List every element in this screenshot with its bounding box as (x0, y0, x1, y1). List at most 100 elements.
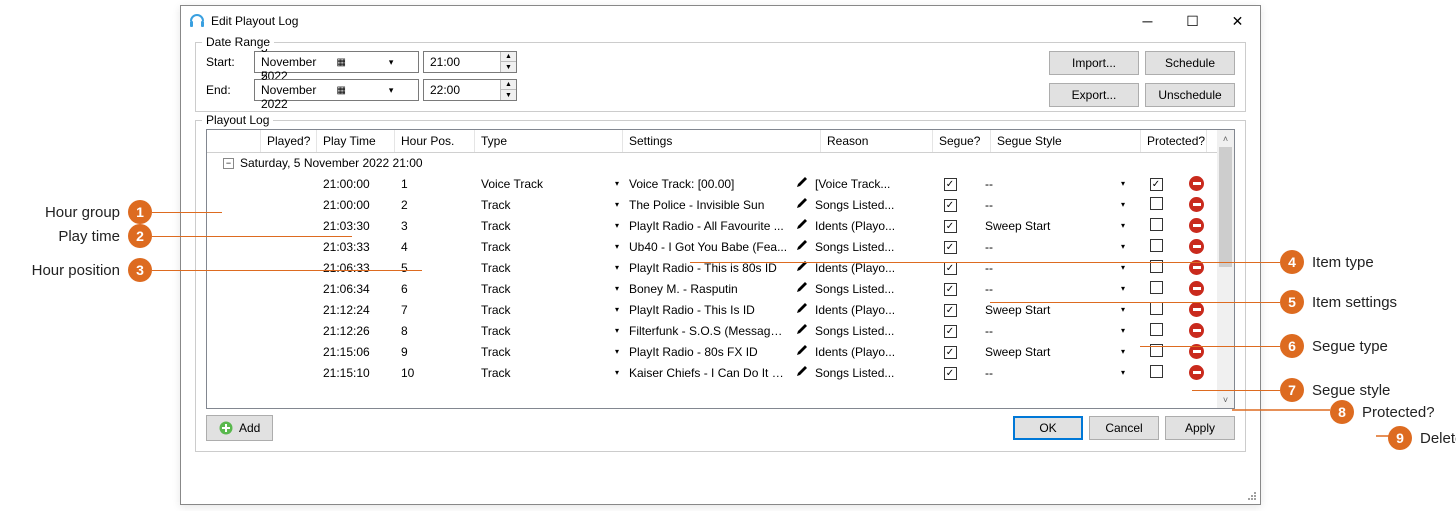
collapse-icon[interactable]: − (223, 158, 234, 169)
segue-style-dropdown-icon[interactable]: ▾ (1117, 200, 1129, 209)
hour-group-row[interactable]: − Saturday, 5 November 2022 21:00 (207, 153, 1234, 173)
type-dropdown-icon[interactable]: ▾ (611, 221, 623, 230)
cell-settings: PlayIt Radio - 80s FX ID (623, 345, 795, 359)
scroll-up-icon[interactable]: ˄ (1217, 130, 1234, 147)
cell-segue-style: Sweep Start (979, 219, 1117, 233)
playout-log-legend: Playout Log (202, 113, 273, 127)
cell-reason: Idents (Playo... (809, 303, 921, 317)
edit-icon[interactable] (795, 218, 809, 233)
type-dropdown-icon[interactable]: ▾ (611, 200, 623, 209)
type-dropdown-icon[interactable]: ▾ (611, 347, 623, 356)
unschedule-button[interactable]: Unschedule (1145, 83, 1235, 107)
cell-segue[interactable]: ✓ (921, 197, 979, 212)
segue-style-dropdown-icon[interactable]: ▾ (1117, 326, 1129, 335)
col-segue-style[interactable]: Segue Style (991, 130, 1141, 152)
resize-grip[interactable] (1246, 490, 1258, 502)
app-icon (189, 13, 205, 29)
callout-3: Hour position 3 (0, 258, 440, 282)
cell-type: Track (475, 261, 611, 275)
scroll-thumb[interactable] (1219, 147, 1232, 267)
cell-segue-style: -- (979, 198, 1117, 212)
callout-4: 4 Item type (690, 250, 1374, 274)
maximize-button[interactable]: ☐ (1170, 7, 1215, 35)
delete-button[interactable] (1189, 218, 1204, 233)
start-time-input[interactable]: 21:00 ▲▼ (423, 51, 517, 73)
col-played[interactable]: Played? (261, 130, 317, 152)
time-spinner[interactable]: ▲▼ (500, 80, 516, 100)
segue-style-dropdown-icon[interactable]: ▾ (1117, 179, 1129, 188)
add-button[interactable]: Add (206, 415, 273, 441)
col-type[interactable]: Type (475, 130, 623, 152)
cell-segue[interactable]: ✓ (921, 281, 979, 296)
schedule-button[interactable]: Schedule (1145, 51, 1235, 75)
import-button[interactable]: Import... (1049, 51, 1139, 75)
table-row[interactable]: 21:00:001Voice Track▾Voice Track: [00.00… (207, 173, 1234, 194)
edit-icon[interactable] (795, 302, 809, 317)
cell-segue-style: Sweep Start (979, 345, 1117, 359)
cell-segue[interactable]: ✓ (921, 365, 979, 380)
chevron-down-icon: ▾ (366, 57, 416, 68)
type-dropdown-icon[interactable]: ▾ (611, 326, 623, 335)
cell-hour-pos: 3 (395, 219, 475, 233)
type-dropdown-icon[interactable]: ▾ (611, 242, 623, 251)
table-row[interactable]: 21:00:002Track▾The Police - Invisible Su… (207, 194, 1234, 215)
col-protected[interactable]: Protected? (1141, 130, 1207, 152)
cell-segue[interactable]: ✓ (921, 344, 979, 359)
cell-protected[interactable]: ✓ (1129, 176, 1183, 191)
table-row[interactable]: 21:12:268Track▾Filterfunk - S.O.S (Messa… (207, 320, 1234, 341)
segue-style-dropdown-icon[interactable]: ▾ (1117, 347, 1129, 356)
cell-reason: Songs Listed... (809, 282, 921, 296)
type-dropdown-icon[interactable]: ▾ (611, 305, 623, 314)
cell-segue[interactable]: ✓ (921, 302, 979, 317)
col-play-time[interactable]: Play Time (317, 130, 395, 152)
end-time-input[interactable]: 22:00 ▲▼ (423, 79, 517, 101)
cell-play-time: 21:15:10 (317, 366, 395, 380)
col-segue[interactable]: Segue? (933, 130, 991, 152)
type-dropdown-icon[interactable]: ▾ (611, 179, 623, 188)
edit-icon[interactable] (795, 176, 809, 191)
cell-play-time: 21:06:34 (317, 282, 395, 296)
cell-settings: PlayIt Radio - All Favourite ... (623, 219, 795, 233)
type-dropdown-icon[interactable]: ▾ (611, 284, 623, 293)
cell-protected[interactable] (1129, 218, 1183, 234)
edit-icon[interactable] (795, 365, 809, 380)
cell-segue-style: -- (979, 324, 1117, 338)
col-reason[interactable]: Reason (821, 130, 933, 152)
cell-reason: Idents (Playo... (809, 345, 921, 359)
cell-type: Track (475, 240, 611, 254)
edit-icon[interactable] (795, 344, 809, 359)
cell-segue[interactable]: ✓ (921, 323, 979, 338)
cell-protected[interactable] (1129, 197, 1183, 213)
time-spinner[interactable]: ▲▼ (500, 52, 516, 72)
edit-icon[interactable] (795, 323, 809, 338)
delete-button[interactable] (1189, 176, 1204, 191)
apply-button[interactable]: Apply (1165, 416, 1235, 440)
cell-protected[interactable] (1129, 365, 1183, 381)
cell-type: Voice Track (475, 177, 611, 191)
type-dropdown-icon[interactable]: ▾ (611, 263, 623, 272)
export-button[interactable]: Export... (1049, 83, 1139, 107)
cell-segue[interactable]: ✓ (921, 176, 979, 191)
cell-segue[interactable]: ✓ (921, 218, 979, 233)
callout-6: 6 Segue type (1140, 334, 1388, 358)
date-range-group: Date Range Import... Schedule Export... … (195, 42, 1246, 112)
table-row[interactable]: 21:15:1010Track▾Kaiser Chiefs - I Can Do… (207, 362, 1234, 383)
table-row[interactable]: 21:15:069Track▾PlayIt Radio - 80s FX IDI… (207, 341, 1234, 362)
cell-type: Track (475, 219, 611, 233)
cell-play-time: 21:00:00 (317, 198, 395, 212)
close-button[interactable]: ✕ (1215, 7, 1260, 35)
ok-button[interactable]: OK (1013, 416, 1083, 440)
edit-icon[interactable] (795, 197, 809, 212)
delete-button[interactable] (1189, 197, 1204, 212)
cell-play-time: 21:12:26 (317, 324, 395, 338)
type-dropdown-icon[interactable]: ▾ (611, 368, 623, 377)
minimize-button[interactable]: ─ (1125, 7, 1170, 35)
cell-hour-pos: 10 (395, 366, 475, 380)
col-hour-pos[interactable]: Hour Pos. (395, 130, 475, 152)
segue-style-dropdown-icon[interactable]: ▾ (1117, 221, 1129, 230)
edit-icon[interactable] (795, 281, 809, 296)
end-date-input[interactable]: 5 November 2022 ▦ ▾ (254, 79, 419, 101)
col-settings[interactable]: Settings (623, 130, 821, 152)
cancel-button[interactable]: Cancel (1089, 416, 1159, 440)
segue-style-dropdown-icon[interactable]: ▾ (1117, 368, 1129, 377)
